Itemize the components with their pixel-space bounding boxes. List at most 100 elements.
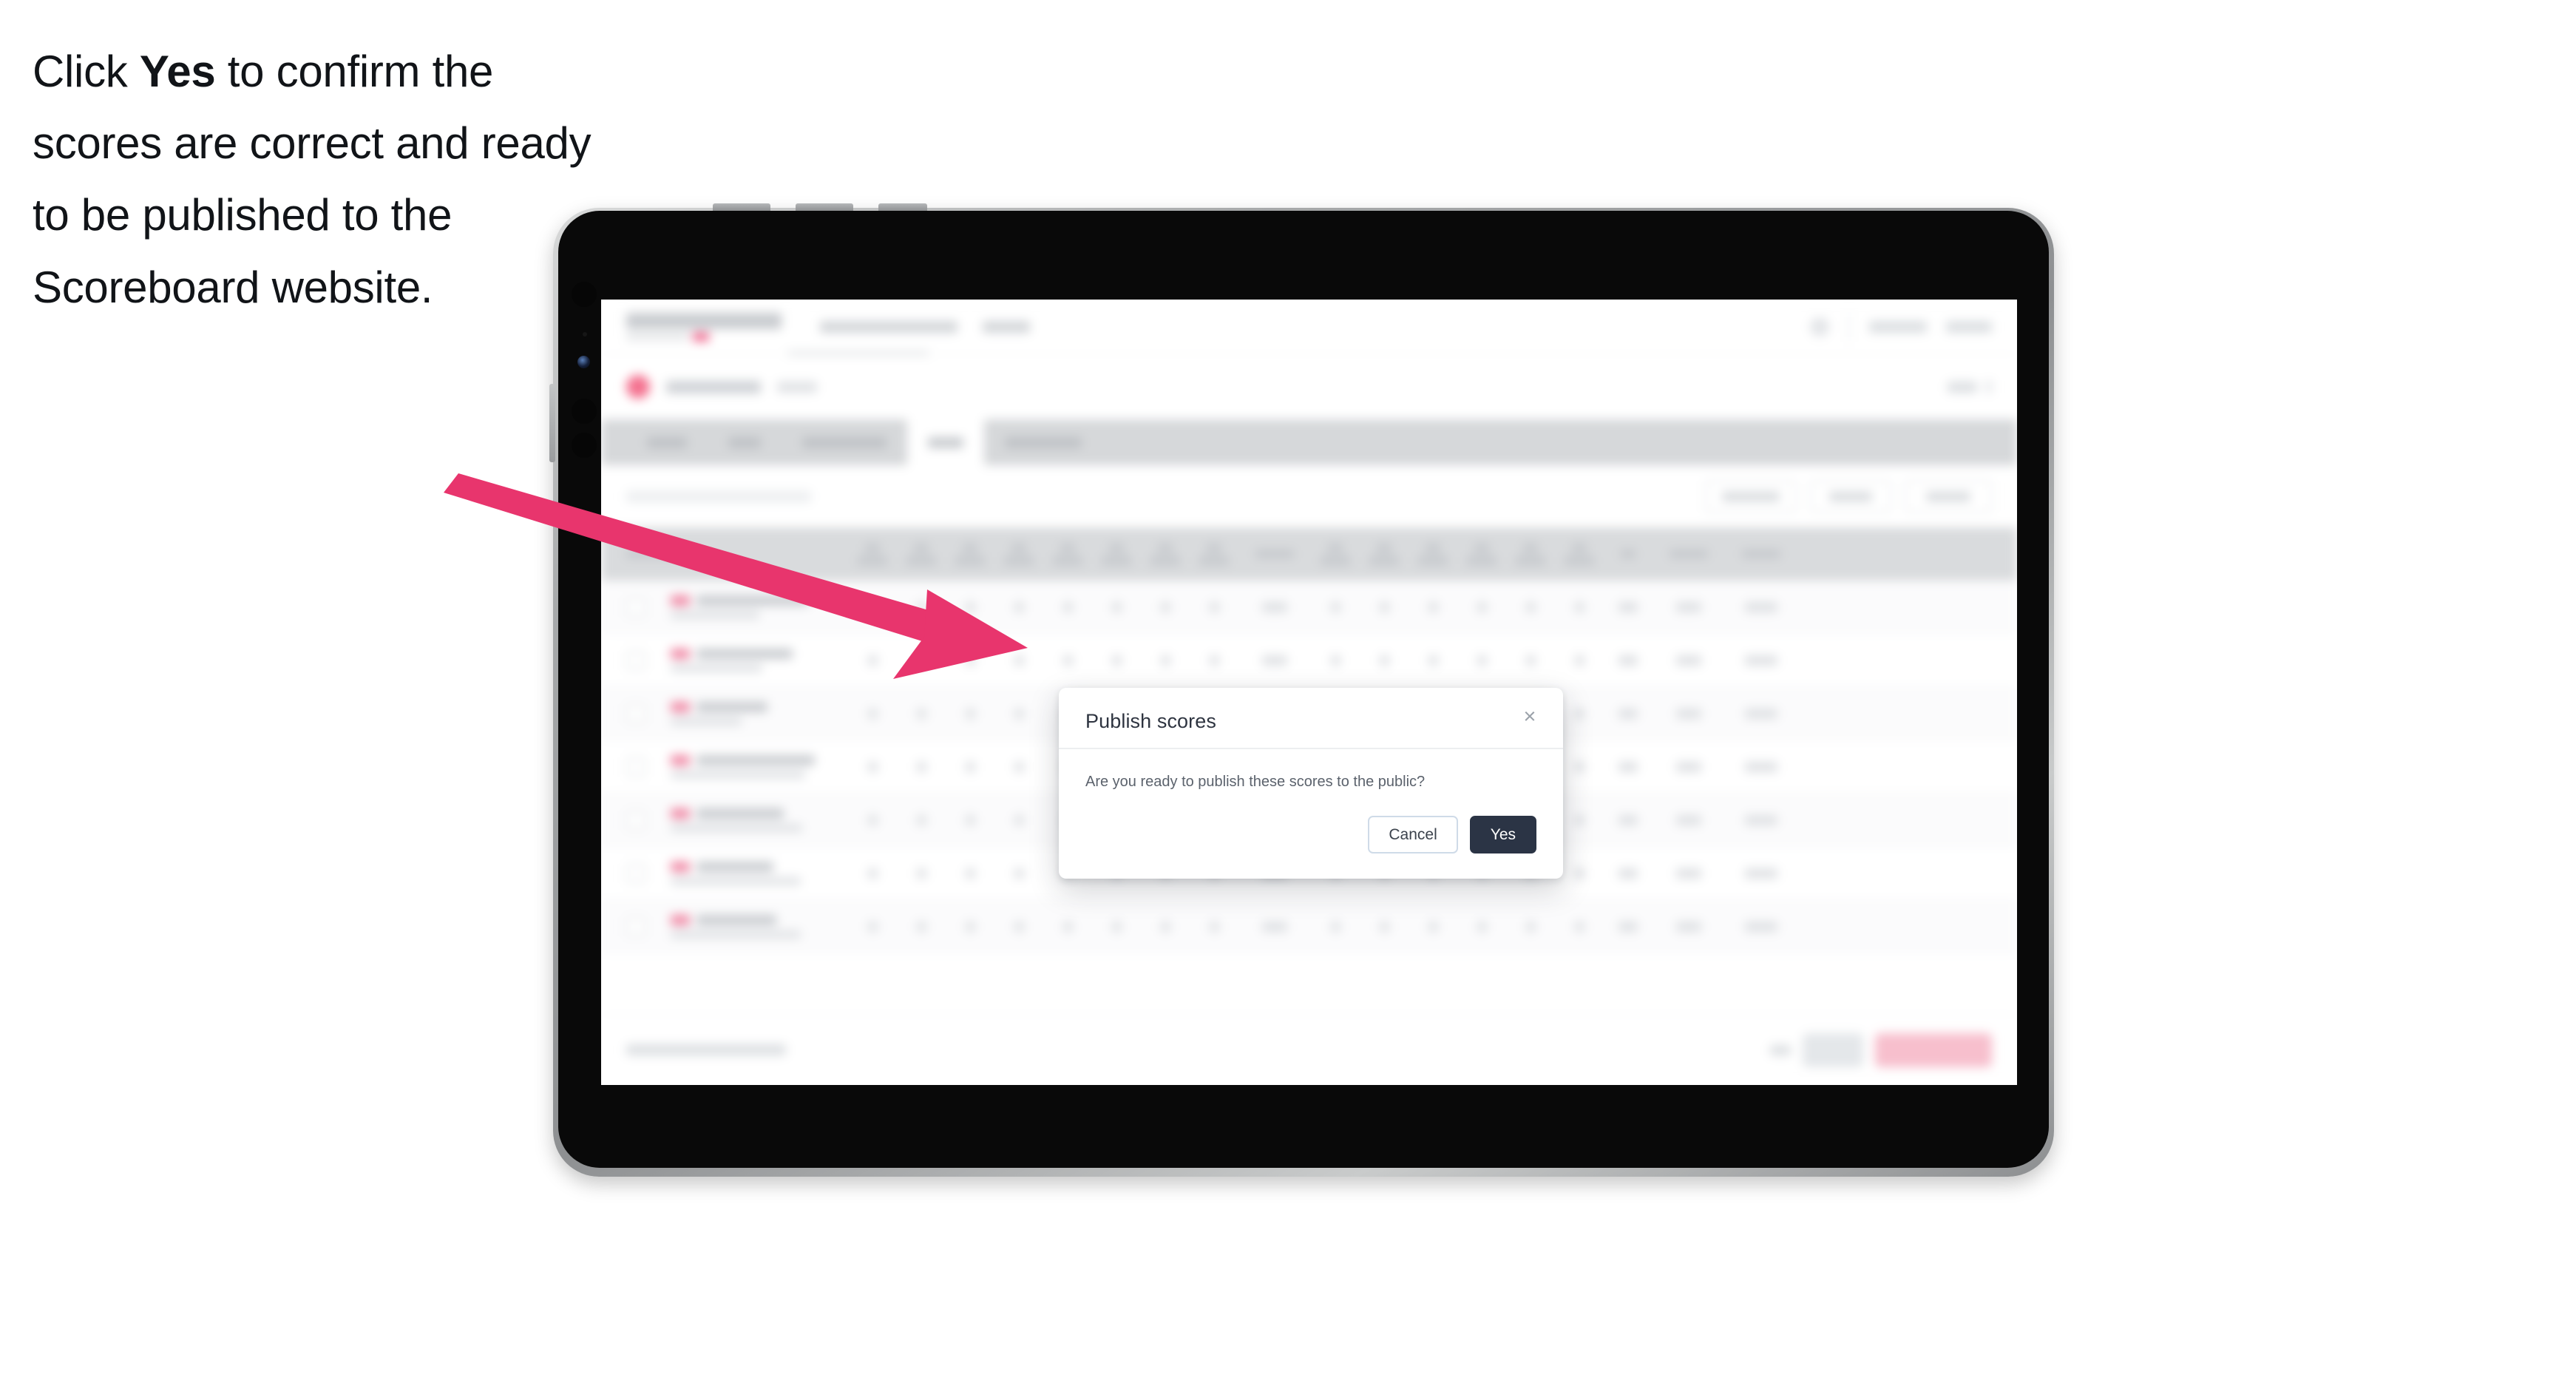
table-header-row xyxy=(601,527,2017,581)
caption-emphasis: Yes xyxy=(139,47,216,96)
dialog-title: Publish scores xyxy=(1085,710,1216,732)
bottom-action-bar xyxy=(601,1014,2017,1085)
nav-active-indicator xyxy=(787,351,929,356)
event-header xyxy=(601,354,2017,419)
instruction-caption: Click Yes to confirm the scores are corr… xyxy=(33,36,594,323)
player-cell xyxy=(671,808,848,832)
player-cell xyxy=(671,701,848,726)
app-top-navigation xyxy=(601,300,2017,356)
close-icon[interactable]: × xyxy=(1517,704,1542,729)
column-header-hole xyxy=(1360,527,1409,581)
row-checkbox xyxy=(626,916,645,936)
filter-row xyxy=(601,465,2017,527)
tab-details xyxy=(626,419,708,465)
table-row xyxy=(601,900,2017,953)
player-cell xyxy=(671,861,848,885)
cancel-button[interactable]: Cancel xyxy=(1368,816,1458,853)
player-cell xyxy=(671,595,848,619)
row-checkbox xyxy=(626,597,645,617)
confirm-yes-button[interactable]: Yes xyxy=(1469,816,1536,853)
column-header-hole xyxy=(1409,527,1457,581)
column-header-hole xyxy=(1092,527,1141,581)
front-camera-icon xyxy=(577,356,590,368)
column-header-hole xyxy=(994,527,1043,581)
player-cell xyxy=(671,754,848,779)
event-title xyxy=(666,380,761,393)
dialog-footer: Cancel Yes xyxy=(1059,797,1563,879)
notification-icon xyxy=(1810,317,1829,337)
nav-item-account xyxy=(1869,320,1927,333)
dialog-body: Are you ready to publish these scores to… xyxy=(1059,749,1563,797)
row-checkbox xyxy=(626,650,645,670)
column-header-hole xyxy=(1141,527,1190,581)
filter-controls xyxy=(1705,480,1992,513)
caption-lead: Click xyxy=(33,47,140,96)
tablet-device: Publish scores × Are you ready to publis… xyxy=(549,203,2054,1177)
tab-player-entry xyxy=(782,419,907,465)
tablet-screen: Publish scores × Are you ready to publis… xyxy=(601,300,2017,1085)
dialog-message: Are you ready to publish these scores to… xyxy=(1085,774,1426,790)
nav-item-signout xyxy=(1946,320,1992,333)
table-row xyxy=(601,634,2017,687)
tab-leaderboard xyxy=(984,419,1102,465)
bottom-publish-button xyxy=(1875,1032,1992,1067)
column-header-player xyxy=(626,527,848,581)
player-cell xyxy=(671,648,848,672)
bottom-actions xyxy=(1770,1032,1992,1067)
country-flag-icon xyxy=(671,754,690,765)
player-cell xyxy=(671,914,848,939)
column-header-out xyxy=(1238,527,1311,581)
column-header-hole xyxy=(1311,527,1360,581)
publish-scores-dialog: Publish scores × Are you ready to publis… xyxy=(1059,688,1563,879)
bottom-status-text xyxy=(626,1044,786,1055)
device-button-three xyxy=(878,203,927,211)
bottom-link xyxy=(1770,1044,1791,1055)
column-header-hole xyxy=(1506,527,1555,581)
column-header-hole xyxy=(1457,527,1506,581)
nav-divider xyxy=(1848,312,1850,341)
device-button-one xyxy=(713,203,770,211)
filter-select-two xyxy=(1810,480,1891,513)
tab-results xyxy=(907,419,984,465)
bezel-speaker-mid xyxy=(572,399,597,424)
search-input xyxy=(626,490,811,502)
column-header-hole xyxy=(1190,527,1238,581)
column-header-status xyxy=(1725,527,1797,581)
column-header-hole xyxy=(946,527,994,581)
country-flag-icon xyxy=(671,861,690,872)
row-checkbox xyxy=(626,810,645,830)
bezel-speaker-bottom xyxy=(572,433,597,458)
country-flag-icon xyxy=(671,595,690,606)
bezel-speaker-top xyxy=(572,282,597,307)
tablet-body: Publish scores × Are you ready to publis… xyxy=(558,211,2049,1168)
country-flag-icon xyxy=(671,648,690,659)
row-checkbox xyxy=(626,757,645,777)
column-header-hole xyxy=(848,527,897,581)
bezel-microphone xyxy=(583,332,587,337)
country-flag-icon xyxy=(671,914,690,925)
event-logo-icon xyxy=(626,375,650,399)
column-header-hole xyxy=(1043,527,1092,581)
screenshot-canvas: Click Yes to confirm the scores are corr… xyxy=(0,0,2576,1386)
event-subtitle xyxy=(777,381,817,393)
country-flag-icon xyxy=(671,808,690,819)
column-header-total xyxy=(1653,527,1725,581)
dialog-header: Publish scores × xyxy=(1059,688,1563,749)
row-checkbox xyxy=(626,703,645,723)
column-header-in xyxy=(1604,527,1653,581)
table-row xyxy=(601,581,2017,634)
section-tab-strip xyxy=(601,419,2017,465)
top-nav-right-group xyxy=(1810,312,1992,341)
event-header-actions xyxy=(1948,380,1992,393)
column-header-hole xyxy=(1555,527,1604,581)
device-button-two xyxy=(796,203,853,211)
app-logo xyxy=(626,312,782,341)
nav-item-secondary xyxy=(983,320,1030,333)
nav-item-primary xyxy=(820,320,957,333)
bottom-secondary-button xyxy=(1803,1032,1863,1067)
column-header-hole xyxy=(897,527,946,581)
country-flag-icon xyxy=(671,701,690,712)
filter-select-one xyxy=(1705,480,1797,513)
device-side-button xyxy=(549,384,555,462)
row-checkbox xyxy=(626,863,645,883)
